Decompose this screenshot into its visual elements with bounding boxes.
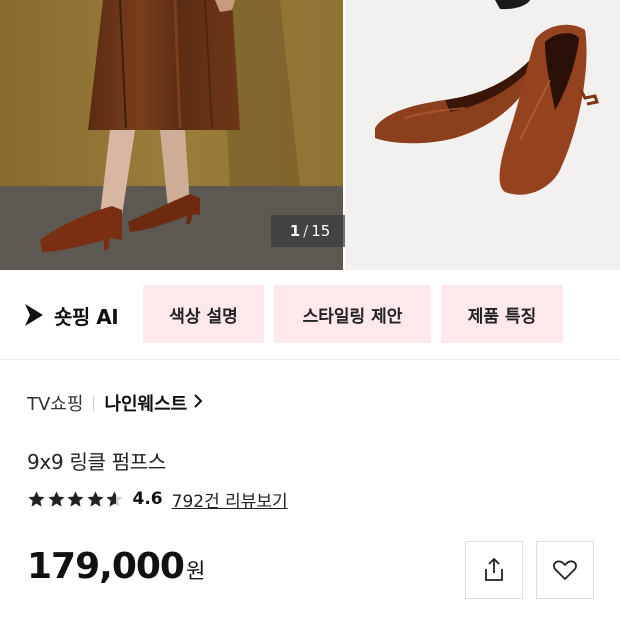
product-price: 179,000 원 xyxy=(27,546,205,587)
reviews-link[interactable]: 792건 리뷰보기 xyxy=(172,487,288,512)
gallery-current-page: 1 xyxy=(289,222,301,240)
category-link[interactable]: TV쇼핑 xyxy=(27,390,83,416)
rating-score: 4.6 xyxy=(132,489,163,509)
shopping-ai-label: 숏핑 AI xyxy=(54,304,119,329)
gallery-total-pages: 15 xyxy=(311,222,331,240)
gallery-page-counter: 1/15 xyxy=(271,215,349,247)
price-currency: 원 xyxy=(185,559,206,583)
price-amount: 179,000 xyxy=(27,546,185,587)
gallery-separator: / xyxy=(303,222,309,240)
chip-color-description[interactable]: 색상 설명 xyxy=(143,285,264,343)
product-image-gallery[interactable]: 1/15 xyxy=(0,0,620,270)
chevron-right-icon[interactable] xyxy=(192,393,204,414)
star-icon xyxy=(86,490,104,507)
shopping-ai-logo[interactable]: 숏핑 AI xyxy=(22,300,119,330)
product-rating: 4.6 792건 리뷰보기 xyxy=(27,487,288,512)
chip-styling-suggestion[interactable]: 스타일링 제안 xyxy=(274,285,431,343)
star-icon xyxy=(67,490,84,507)
wishlist-button[interactable] xyxy=(536,541,594,599)
heart-outline-icon xyxy=(553,560,577,580)
rating-stars xyxy=(27,490,125,509)
shoe-photo-illustration xyxy=(345,0,620,270)
ai-shopping-bar: 숏핑 AI 색상 설명 스타일링 제안 제품 특징 xyxy=(0,285,620,345)
share-button[interactable] xyxy=(465,541,523,599)
section-divider xyxy=(0,359,620,360)
star-icon xyxy=(47,490,65,507)
product-photo-shoe[interactable] xyxy=(345,0,620,270)
product-title: 9x9 링클 펌프스 xyxy=(27,450,167,474)
chip-product-features[interactable]: 제품 특징 xyxy=(441,285,563,343)
play-triangle-icon xyxy=(25,304,43,326)
star-icon xyxy=(28,490,45,507)
brand-link[interactable]: 나인웨스트 xyxy=(104,390,187,416)
breadcrumb-separator xyxy=(93,395,95,411)
breadcrumb: TV쇼핑 나인웨스트 xyxy=(27,390,204,416)
share-icon xyxy=(485,557,503,581)
star-icon xyxy=(106,490,123,507)
